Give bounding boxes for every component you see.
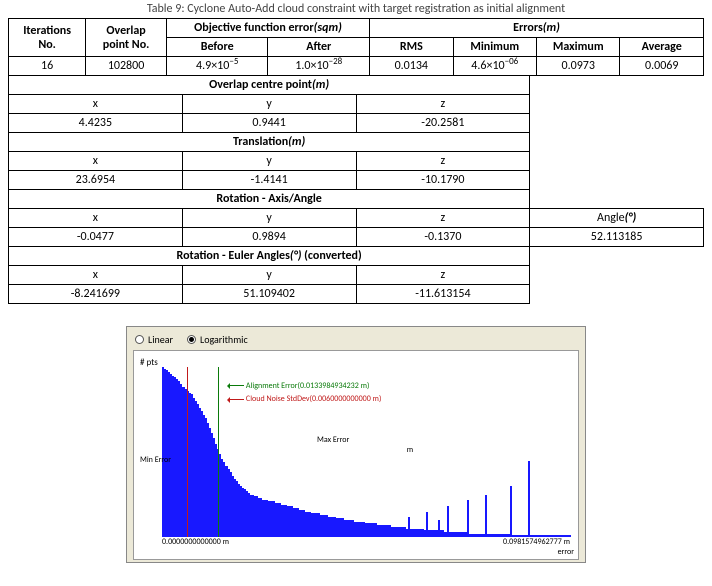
section-tables: Overlap centre point(m) x y z 4.4235 0.9… <box>8 76 704 304</box>
val-overlap: 102800 <box>86 57 167 76</box>
col-overlap: Overlappoint No. <box>86 19 167 57</box>
raa-y: 0.9894 <box>182 228 356 247</box>
col-avg: Average <box>620 38 704 57</box>
table-row: 16 102800 4.9×10−5 1.0×10−28 0.0134 4.6×… <box>9 57 704 76</box>
trans-y: -1.4141 <box>182 171 356 190</box>
col-rms: RMS <box>370 38 453 57</box>
histogram-bar <box>510 486 512 537</box>
radio-linear-label: Linear <box>148 333 173 346</box>
trans-zh: z <box>356 152 530 171</box>
raa-xh: x <box>9 209 183 228</box>
max-error-label: Max Error <box>317 435 349 445</box>
col-min: Minimum <box>453 38 536 57</box>
radio-log-label: Logarithmic <box>200 333 248 346</box>
hdr-trans: Translation(m) <box>9 133 530 152</box>
val-iter: 16 <box>9 57 86 76</box>
hdr-rotaa: Rotation - Axis/Angle <box>9 190 530 209</box>
col-after: After <box>268 38 370 57</box>
trans-z: -10.1790 <box>356 171 530 190</box>
ocp-y: 0.9441 <box>182 114 356 133</box>
alignment-error-line <box>218 367 219 537</box>
col-errors: Errors(m) <box>370 19 704 38</box>
col-before: Before <box>166 38 268 57</box>
val-rms: 0.0134 <box>370 57 453 76</box>
alignment-error-label: Alignment Error(0.0133984934232 m) <box>230 381 369 391</box>
hdr-rote: Rotation - Euler Angles(°) (converted) <box>9 247 530 266</box>
raa-x: -0.0477 <box>9 228 183 247</box>
radio-icon <box>187 335 196 344</box>
x-axis-min: 0.0000000000000 m <box>162 537 229 547</box>
histogram-bar <box>528 461 530 538</box>
raa-zh: z <box>356 209 530 228</box>
ocp-x: 4.4235 <box>9 114 183 133</box>
x-axis-label: error <box>558 547 574 557</box>
x-axis-max: 0.0981574962777 m <box>503 537 570 547</box>
ocp-yh: y <box>182 95 356 114</box>
summary-table: IterationsNo. Overlappoint No. Objective… <box>8 18 704 76</box>
re-x: -8.241699 <box>9 285 183 304</box>
chart-ylabel: # pts <box>140 357 158 368</box>
col-objfunc: Objective function error(sqm) <box>166 19 369 38</box>
chart-canvas: # pts Alignment Error(0.0133984934232 m)… <box>133 350 579 560</box>
col-max: Maximum <box>537 38 620 57</box>
cloud-noise-line <box>187 367 188 537</box>
radio-linear[interactable]: Linear <box>135 333 173 346</box>
cloud-noise-label: Cloud Noise StdDev(0.0060000000000 m) <box>230 394 381 404</box>
table-title: Table 9: Cyclone Auto-Add cloud constrai… <box>8 2 704 16</box>
chart-plot-area: Alignment Error(0.0133984934232 m) Cloud… <box>162 367 570 537</box>
hdr-ocp: Overlap centre point(m) <box>9 76 530 95</box>
val-after: 1.0×10−28 <box>268 57 370 76</box>
raa-yh: y <box>182 209 356 228</box>
val-min: 4.6×10−06 <box>453 57 536 76</box>
raa-ah: Angle(°) <box>530 209 704 228</box>
val-max: 0.0973 <box>537 57 620 76</box>
re-z: -11.613154 <box>356 285 530 304</box>
ocp-z: -20.2581 <box>356 114 530 133</box>
re-xh: x <box>9 266 183 285</box>
raa-a: 52.113185 <box>530 228 704 247</box>
min-error-label: Min Error <box>140 455 171 465</box>
ocp-xh: x <box>9 95 183 114</box>
radio-log[interactable]: Logarithmic <box>187 333 248 346</box>
col-iterations: IterationsNo. <box>9 19 86 57</box>
val-before: 4.9×10−5 <box>166 57 268 76</box>
raa-z: -0.1370 <box>356 228 530 247</box>
radio-icon <box>135 335 144 344</box>
histogram-bar <box>485 495 487 538</box>
unit-m: m <box>407 445 413 455</box>
trans-yh: y <box>182 152 356 171</box>
re-y: 51.109402 <box>182 285 356 304</box>
trans-xh: x <box>9 152 183 171</box>
chart-panel: Linear Logarithmic # pts Alignment Error… <box>126 326 586 563</box>
re-zh: z <box>356 266 530 285</box>
val-avg: 0.0069 <box>620 57 704 76</box>
ocp-zh: z <box>356 95 530 114</box>
histogram-bar <box>467 500 469 537</box>
re-yh: y <box>182 266 356 285</box>
trans-x: 23.6954 <box>9 171 183 190</box>
